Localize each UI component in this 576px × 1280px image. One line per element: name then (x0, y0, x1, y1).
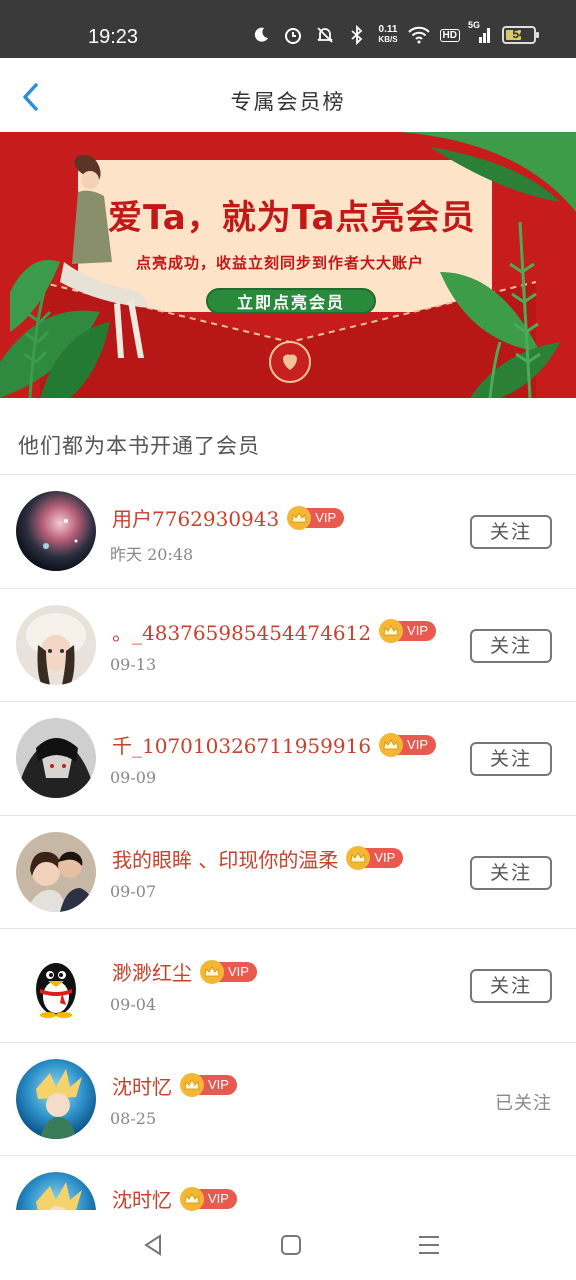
status-time: 19:23 (88, 26, 139, 48)
follow-button[interactable]: 关注 (470, 969, 552, 1003)
section-heading: 他们都为本书开通了会员 (18, 434, 260, 458)
avatar[interactable] (16, 604, 96, 685)
banner-headline: 爱Ta，就为Ta点亮会员 (108, 198, 476, 238)
banner-subtitle: 点亮成功，收益立刻同步到作者大大账户 (136, 254, 425, 272)
nav-back-button[interactable] (140, 1232, 166, 1258)
member-name[interactable]: 渺渺红尘 (112, 957, 192, 986)
crown-icon (180, 1073, 204, 1097)
avatar[interactable] (16, 945, 96, 1025)
member-row[interactable]: 沈时忆 VIP 08-25 已关注 (0, 1043, 576, 1156)
crown-icon (180, 1186, 204, 1211)
triangle-back-icon (144, 1234, 161, 1256)
member-date: 09-13 (110, 654, 157, 674)
crown-icon (287, 505, 312, 530)
member-name-line: 沈时忆 VIP (112, 1184, 237, 1213)
top-bar: 专属会员榜 (0, 58, 576, 132)
signal-label: 5G (468, 20, 481, 30)
network-speed: 0.11 KB/S (378, 25, 397, 45)
member-row[interactable]: 渺渺红尘 VIP 09-04 关注 (0, 929, 576, 1043)
avatar[interactable] (16, 831, 96, 912)
system-nav-bar (0, 1210, 576, 1280)
nav-home-button[interactable] (278, 1232, 304, 1258)
square-home-icon (281, 1235, 301, 1255)
member-date: 09-07 (110, 881, 157, 901)
hd-badge: HD (439, 28, 460, 42)
alarm-icon (282, 24, 304, 46)
network-speed-unit: KB/S (378, 35, 398, 44)
follow-button[interactable]: 关注 (470, 515, 552, 549)
crown-icon (379, 619, 404, 643)
vip-badge: VIP (346, 846, 404, 870)
member-row[interactable]: 我的眼眸 、印现你的温柔 VIP 09-07 关注 (0, 816, 576, 929)
member-date: 08-25 (110, 1108, 157, 1128)
member-name-line: 用户7762930943 VIP (112, 503, 345, 532)
member-date: 昨天 20:48 (110, 545, 194, 564)
crown-icon (379, 732, 404, 757)
member-date: 09-09 (110, 768, 157, 787)
status-bar: 19:23 0.11 KB/S HD 5G 54 (0, 0, 576, 58)
network-speed-value: 0.11 (378, 24, 398, 35)
member-name[interactable]: 用户7762930943 (112, 503, 279, 532)
crown-icon (200, 959, 224, 984)
vip-badge: VIP (287, 505, 345, 530)
member-name[interactable]: 沈时忆 (112, 1184, 172, 1213)
bluetooth-icon (346, 24, 368, 46)
member-name[interactable]: 千_107010326711959916 (112, 730, 371, 759)
signal-icon: 5G (468, 20, 492, 46)
activate-membership-button[interactable]: 立即点亮会员 (206, 288, 376, 314)
member-name[interactable]: 我的眼眸 、印现你的温柔 (112, 844, 338, 873)
battery-level: 54 (512, 27, 526, 41)
wifi-icon (407, 24, 430, 46)
member-name-line: 。_483765985454474612 VIP (112, 617, 437, 646)
vip-badge: VIP (180, 1186, 237, 1211)
member-row[interactable]: 。_483765985454474612 VIP 09-13 关注 (0, 589, 576, 702)
member-name[interactable]: 沈时忆 (112, 1071, 172, 1100)
follow-button[interactable]: 关注 (470, 742, 552, 776)
nav-menu-button[interactable] (416, 1232, 442, 1258)
vip-badge: VIP (379, 732, 437, 757)
vip-badge: VIP (379, 619, 437, 643)
member-list: 用户7762930943 VIP 昨天 20:48 关注 。_483765985… (0, 475, 576, 1270)
member-name-line: 沈时忆 VIP (112, 1071, 237, 1100)
member-name-line: 我的眼眸 、印现你的温柔 VIP (112, 844, 404, 873)
follow-button[interactable]: 关注 (470, 628, 552, 663)
avatar[interactable] (16, 1058, 96, 1139)
follow-button[interactable]: 关注 (470, 855, 552, 890)
avatar[interactable] (16, 718, 96, 798)
vip-badge: VIP (200, 959, 257, 984)
followed-label[interactable]: 已关注 (495, 1089, 552, 1115)
moon-icon (250, 24, 272, 46)
member-name-line: 千_107010326711959916 VIP (112, 730, 437, 759)
member-name[interactable]: 。_483765985454474612 (112, 617, 371, 646)
member-row[interactable]: 千_107010326711959916 VIP 09-09 关注 (0, 702, 576, 816)
mute-icon (314, 24, 336, 46)
page-title: 专属会员榜 (230, 90, 346, 114)
member-row[interactable]: 用户7762930943 VIP 昨天 20:48 关注 (0, 475, 576, 589)
menu-lines-icon (419, 1236, 439, 1254)
avatar[interactable] (16, 491, 96, 571)
battery-icon: 54 (502, 26, 539, 44)
member-name-line: 渺渺红尘 VIP (112, 957, 257, 986)
vip-badge: VIP (180, 1073, 237, 1097)
promo-banner[interactable]: 爱Ta，就为Ta点亮会员 点亮成功，收益立刻同步到作者大大账户 立即点亮会员 (0, 132, 576, 398)
member-date: 09-04 (110, 995, 157, 1014)
status-icons: 0.11 KB/S HD 5G 54 (250, 20, 539, 46)
